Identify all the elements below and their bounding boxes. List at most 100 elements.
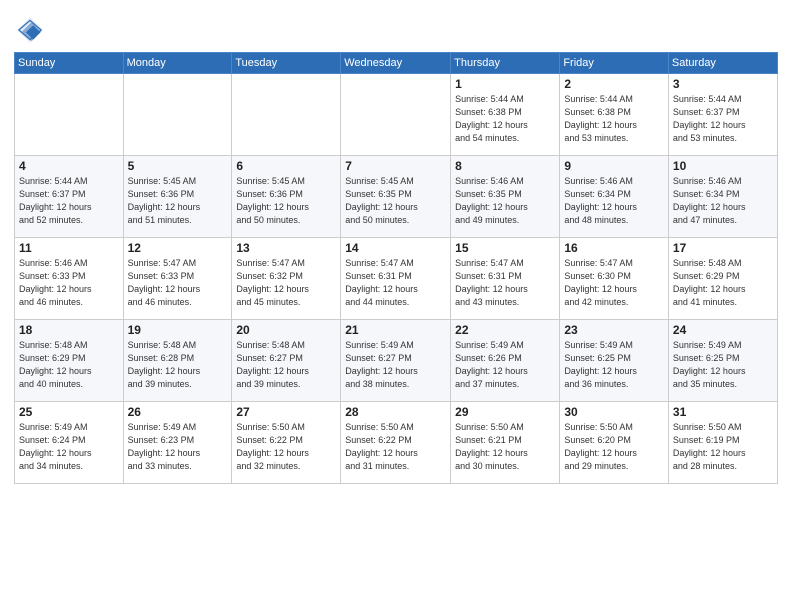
day-number: 31 (673, 405, 773, 419)
day-info: Sunrise: 5:47 AM Sunset: 6:31 PM Dayligh… (345, 257, 446, 309)
day-info: Sunrise: 5:50 AM Sunset: 6:22 PM Dayligh… (345, 421, 446, 473)
logo-icon (14, 14, 46, 46)
day-number: 15 (455, 241, 555, 255)
day-number: 11 (19, 241, 119, 255)
day-number: 19 (128, 323, 228, 337)
day-cell: 15 Sunrise: 5:47 AM Sunset: 6:31 PM Dayli… (451, 238, 560, 320)
calendar-table: SundayMondayTuesdayWednesdayThursdayFrid… (14, 52, 778, 484)
day-cell: 3 Sunrise: 5:44 AM Sunset: 6:37 PM Daylig… (668, 74, 777, 156)
day-info: Sunrise: 5:47 AM Sunset: 6:31 PM Dayligh… (455, 257, 555, 309)
day-info: Sunrise: 5:48 AM Sunset: 6:29 PM Dayligh… (673, 257, 773, 309)
day-number: 6 (236, 159, 336, 173)
day-number: 29 (455, 405, 555, 419)
day-info: Sunrise: 5:49 AM Sunset: 6:27 PM Dayligh… (345, 339, 446, 391)
day-number: 10 (673, 159, 773, 173)
day-number: 14 (345, 241, 446, 255)
day-info: Sunrise: 5:49 AM Sunset: 6:25 PM Dayligh… (673, 339, 773, 391)
header (14, 10, 778, 46)
week-row-4: 18 Sunrise: 5:48 AM Sunset: 6:29 PM Dayli… (15, 320, 778, 402)
day-cell: 16 Sunrise: 5:47 AM Sunset: 6:30 PM Dayli… (560, 238, 669, 320)
day-number: 5 (128, 159, 228, 173)
day-cell: 19 Sunrise: 5:48 AM Sunset: 6:28 PM Dayli… (123, 320, 232, 402)
day-cell: 25 Sunrise: 5:49 AM Sunset: 6:24 PM Dayli… (15, 402, 124, 484)
header-row: SundayMondayTuesdayWednesdayThursdayFrid… (15, 53, 778, 74)
day-info: Sunrise: 5:44 AM Sunset: 6:37 PM Dayligh… (673, 93, 773, 145)
day-number: 17 (673, 241, 773, 255)
day-number: 2 (564, 77, 664, 91)
day-cell: 1 Sunrise: 5:44 AM Sunset: 6:38 PM Daylig… (451, 74, 560, 156)
day-cell: 20Sunrise: 5:48 AM Sunset: 6:27 PM Dayli… (232, 320, 341, 402)
day-info: Sunrise: 5:47 AM Sunset: 6:33 PM Dayligh… (128, 257, 228, 309)
day-cell: 14 Sunrise: 5:47 AM Sunset: 6:31 PM Dayli… (341, 238, 451, 320)
day-cell: 7 Sunrise: 5:45 AM Sunset: 6:35 PM Daylig… (341, 156, 451, 238)
day-cell: 31Sunrise: 5:50 AM Sunset: 6:19 PM Dayli… (668, 402, 777, 484)
day-cell: 30 Sunrise: 5:50 AM Sunset: 6:20 PM Dayli… (560, 402, 669, 484)
day-info: Sunrise: 5:47 AM Sunset: 6:30 PM Dayligh… (564, 257, 664, 309)
day-info: Sunrise: 5:46 AM Sunset: 6:33 PM Dayligh… (19, 257, 119, 309)
day-cell: 17 Sunrise: 5:48 AM Sunset: 6:29 PM Dayli… (668, 238, 777, 320)
day-info: Sunrise: 5:44 AM Sunset: 6:38 PM Dayligh… (455, 93, 555, 145)
day-number: 22 (455, 323, 555, 337)
col-header-wednesday: Wednesday (341, 53, 451, 74)
day-cell (15, 74, 124, 156)
day-info: Sunrise: 5:50 AM Sunset: 6:21 PM Dayligh… (455, 421, 555, 473)
day-cell: 5 Sunrise: 5:45 AM Sunset: 6:36 PM Daylig… (123, 156, 232, 238)
day-number: 27 (236, 405, 336, 419)
day-info: Sunrise: 5:49 AM Sunset: 6:26 PM Dayligh… (455, 339, 555, 391)
day-number: 20 (236, 323, 336, 337)
day-cell: 12Sunrise: 5:47 AM Sunset: 6:33 PM Dayli… (123, 238, 232, 320)
day-cell: 4 Sunrise: 5:44 AM Sunset: 6:37 PM Daylig… (15, 156, 124, 238)
day-cell: 11 Sunrise: 5:46 AM Sunset: 6:33 PM Dayli… (15, 238, 124, 320)
day-info: Sunrise: 5:50 AM Sunset: 6:22 PM Dayligh… (236, 421, 336, 473)
day-cell: 26Sunrise: 5:49 AM Sunset: 6:23 PM Dayli… (123, 402, 232, 484)
day-info: Sunrise: 5:44 AM Sunset: 6:38 PM Dayligh… (564, 93, 664, 145)
day-number: 18 (19, 323, 119, 337)
day-cell: 8Sunrise: 5:46 AM Sunset: 6:35 PM Daylig… (451, 156, 560, 238)
col-header-sunday: Sunday (15, 53, 124, 74)
week-row-5: 25 Sunrise: 5:49 AM Sunset: 6:24 PM Dayli… (15, 402, 778, 484)
col-header-monday: Monday (123, 53, 232, 74)
day-info: Sunrise: 5:47 AM Sunset: 6:32 PM Dayligh… (236, 257, 336, 309)
day-number: 28 (345, 405, 446, 419)
day-info: Sunrise: 5:48 AM Sunset: 6:28 PM Dayligh… (128, 339, 228, 391)
day-number: 23 (564, 323, 664, 337)
day-info: Sunrise: 5:49 AM Sunset: 6:25 PM Dayligh… (564, 339, 664, 391)
day-number: 13 (236, 241, 336, 255)
day-number: 30 (564, 405, 664, 419)
day-cell: 22 Sunrise: 5:49 AM Sunset: 6:26 PM Dayli… (451, 320, 560, 402)
day-number: 16 (564, 241, 664, 255)
day-info: Sunrise: 5:44 AM Sunset: 6:37 PM Dayligh… (19, 175, 119, 227)
day-cell: 13 Sunrise: 5:47 AM Sunset: 6:32 PM Dayli… (232, 238, 341, 320)
col-header-thursday: Thursday (451, 53, 560, 74)
day-info: Sunrise: 5:48 AM Sunset: 6:29 PM Dayligh… (19, 339, 119, 391)
day-number: 4 (19, 159, 119, 173)
day-cell (341, 74, 451, 156)
day-cell: 10 Sunrise: 5:46 AM Sunset: 6:34 PM Dayli… (668, 156, 777, 238)
day-number: 7 (345, 159, 446, 173)
day-cell: 28 Sunrise: 5:50 AM Sunset: 6:22 PM Dayli… (341, 402, 451, 484)
day-info: Sunrise: 5:50 AM Sunset: 6:20 PM Dayligh… (564, 421, 664, 473)
day-number: 1 (455, 77, 555, 91)
col-header-tuesday: Tuesday (232, 53, 341, 74)
day-info: Sunrise: 5:46 AM Sunset: 6:34 PM Dayligh… (564, 175, 664, 227)
day-number: 26 (128, 405, 228, 419)
day-cell: 27 Sunrise: 5:50 AM Sunset: 6:22 PM Dayli… (232, 402, 341, 484)
day-info: Sunrise: 5:45 AM Sunset: 6:35 PM Dayligh… (345, 175, 446, 227)
day-info: Sunrise: 5:45 AM Sunset: 6:36 PM Dayligh… (128, 175, 228, 227)
day-cell: 23 Sunrise: 5:49 AM Sunset: 6:25 PM Dayli… (560, 320, 669, 402)
day-cell: 18 Sunrise: 5:48 AM Sunset: 6:29 PM Dayli… (15, 320, 124, 402)
day-cell: 6Sunrise: 5:45 AM Sunset: 6:36 PM Daylig… (232, 156, 341, 238)
day-info: Sunrise: 5:46 AM Sunset: 6:34 PM Dayligh… (673, 175, 773, 227)
day-cell: 29 Sunrise: 5:50 AM Sunset: 6:21 PM Dayli… (451, 402, 560, 484)
day-number: 24 (673, 323, 773, 337)
day-cell (123, 74, 232, 156)
day-number: 9 (564, 159, 664, 173)
day-number: 21 (345, 323, 446, 337)
day-info: Sunrise: 5:49 AM Sunset: 6:24 PM Dayligh… (19, 421, 119, 473)
day-number: 3 (673, 77, 773, 91)
week-row-3: 11 Sunrise: 5:46 AM Sunset: 6:33 PM Dayli… (15, 238, 778, 320)
day-cell: 21 Sunrise: 5:49 AM Sunset: 6:27 PM Dayli… (341, 320, 451, 402)
page: SundayMondayTuesdayWednesdayThursdayFrid… (0, 0, 792, 612)
day-number: 25 (19, 405, 119, 419)
week-row-2: 4 Sunrise: 5:44 AM Sunset: 6:37 PM Daylig… (15, 156, 778, 238)
